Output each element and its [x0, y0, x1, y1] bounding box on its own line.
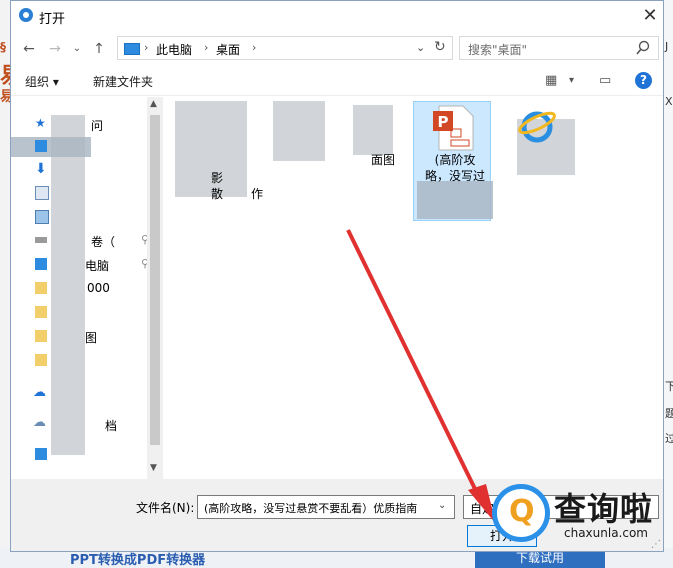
watermark-chinese: 查询啦: [554, 490, 654, 528]
view-dropdown-icon[interactable]: ▾: [569, 75, 574, 86]
navigation-pane: ★ 问 ⬇ 卷（ ⚲ 电脑 ⚲ 000 图 ☁ ☁ 档: [11, 97, 161, 479]
nav-item-folder[interactable]: [35, 351, 145, 371]
background-text: 题: [665, 407, 673, 420]
background-text: 过: [665, 432, 673, 445]
nav-item-folder[interactable]: 图: [35, 327, 145, 347]
folder-icon: [35, 354, 47, 366]
scroll-thumb[interactable]: [150, 115, 160, 445]
background-text: J: [665, 40, 669, 53]
background-text: X: [665, 95, 673, 108]
blurred-region: [353, 105, 393, 155]
nav-item-documents[interactable]: [35, 183, 145, 203]
view-options-icon[interactable]: ▦: [545, 73, 557, 88]
onedrive-icon: ☁: [33, 385, 46, 400]
chevron-down-icon[interactable]: ⌄: [438, 500, 446, 511]
folder-icon: [35, 282, 47, 294]
address-bar[interactable]: › 此电脑 › 桌面 › ⌄ ↻: [117, 36, 453, 60]
nav-item-onedrive[interactable]: ☁: [33, 385, 145, 405]
filename-field[interactable]: (高阶攻略，没写过悬赏不要乱看）优质指南 ⌄: [197, 495, 455, 519]
app-icon: [19, 8, 33, 22]
file-label: (高阶攻: [434, 153, 476, 167]
nav-item-desktop[interactable]: [35, 137, 145, 157]
nav-item-quick-access[interactable]: ★ 问: [35, 115, 145, 135]
drive-icon: [35, 237, 47, 243]
computer-icon: [35, 258, 47, 270]
nav-item-label: 档: [105, 419, 118, 433]
file-label: 略，没写过: [424, 169, 485, 183]
picture-icon: [35, 210, 49, 224]
nav-item-folder[interactable]: 000: [35, 279, 145, 299]
chevron-right-icon[interactable]: ›: [144, 41, 148, 54]
background-text: §: [0, 40, 6, 54]
nav-item-folder[interactable]: [35, 303, 145, 323]
nav-item-label: 卷（: [91, 235, 116, 249]
help-icon[interactable]: ?: [635, 72, 652, 89]
organize-button[interactable]: 组织 ▾: [25, 73, 59, 90]
watermark-url: chaxunla.com: [564, 526, 648, 540]
star-icon: ★: [35, 116, 46, 130]
search-icon[interactable]: [636, 40, 650, 56]
new-folder-button[interactable]: 新建文件夹: [93, 73, 153, 90]
nav-item-this-pc[interactable]: 电脑 ⚲: [35, 255, 149, 275]
filename-label: 文件名(N):: [136, 501, 195, 515]
background-text: 下: [665, 380, 673, 393]
nav-item-label: 电脑: [85, 259, 110, 273]
breadcrumb-desktop[interactable]: 桌面: [216, 41, 240, 58]
scroll-down-icon[interactable]: ▼: [150, 463, 157, 473]
open-file-dialog: 打开 ✕ ← → ⌄ ↑ › 此电脑 › 桌面 › ⌄ ↻ 搜索"桌面" 组织 …: [10, 0, 664, 552]
nav-item-label: 000: [87, 281, 110, 295]
file-label: 作: [250, 187, 263, 201]
search-placeholder: 搜索"桌面": [468, 43, 528, 57]
scroll-up-icon[interactable]: ▲: [150, 99, 157, 109]
nav-item-pictures[interactable]: [35, 207, 145, 227]
blurred-region: [417, 181, 493, 219]
ie-browser-icon: [518, 111, 556, 143]
computer-icon: [35, 448, 47, 460]
up-button[interactable]: ↑: [89, 39, 109, 59]
nav-item-label: 图: [85, 331, 98, 345]
breadcrumb-this-pc[interactable]: 此电脑: [156, 41, 192, 58]
nav-item-cloud-docs[interactable]: ☁ 档: [33, 415, 145, 435]
nav-item-label: 问: [91, 119, 104, 133]
folder-icon: [35, 330, 47, 342]
window-title: 打开: [39, 12, 66, 27]
nav-scrollbar[interactable]: ▲ ▼: [147, 97, 163, 479]
back-button[interactable]: ←: [19, 39, 39, 59]
preview-pane-icon[interactable]: ▭: [599, 73, 611, 88]
computer-icon: [124, 43, 140, 55]
blurred-region: [273, 101, 325, 161]
address-dropdown-icon[interactable]: ⌄: [416, 41, 425, 54]
filename-value: (高阶攻略，没写过悬赏不要乱看）优质指南: [204, 502, 418, 515]
powerpoint-icon: P: [433, 105, 474, 151]
close-button[interactable]: ✕: [637, 3, 663, 29]
watermark-q: Q: [509, 494, 535, 529]
cloud-icon: ☁: [33, 415, 46, 430]
folder-icon: [35, 306, 47, 318]
desktop-icon: [35, 140, 47, 152]
search-input[interactable]: 搜索"桌面": [459, 36, 659, 60]
svg-text:P: P: [438, 113, 449, 131]
nav-item-downloads[interactable]: ⬇: [35, 161, 145, 181]
document-icon: [35, 186, 49, 200]
watermark-circle: Q: [492, 484, 550, 542]
download-icon: ⬇: [35, 161, 47, 177]
title-bar: 打开 ✕: [11, 1, 663, 31]
file-type-value: 自定: [470, 502, 495, 516]
nav-item-local-drive[interactable]: 卷（ ⚲: [35, 231, 149, 251]
toolbar: 组织 ▾ 新建文件夹 ▦ ▾ ▭ ?: [11, 67, 663, 96]
file-label: 影: [210, 171, 223, 185]
nav-item-this-pc[interactable]: [35, 445, 145, 465]
forward-button[interactable]: →: [45, 39, 65, 59]
watermark-logo: Q 查询啦 chaxunla.com: [492, 484, 673, 550]
chevron-right-icon[interactable]: ›: [204, 41, 208, 54]
recent-dropdown-button[interactable]: ⌄: [67, 39, 87, 59]
refresh-icon[interactable]: ↻: [434, 39, 446, 55]
chevron-right-icon[interactable]: ›: [252, 41, 256, 54]
